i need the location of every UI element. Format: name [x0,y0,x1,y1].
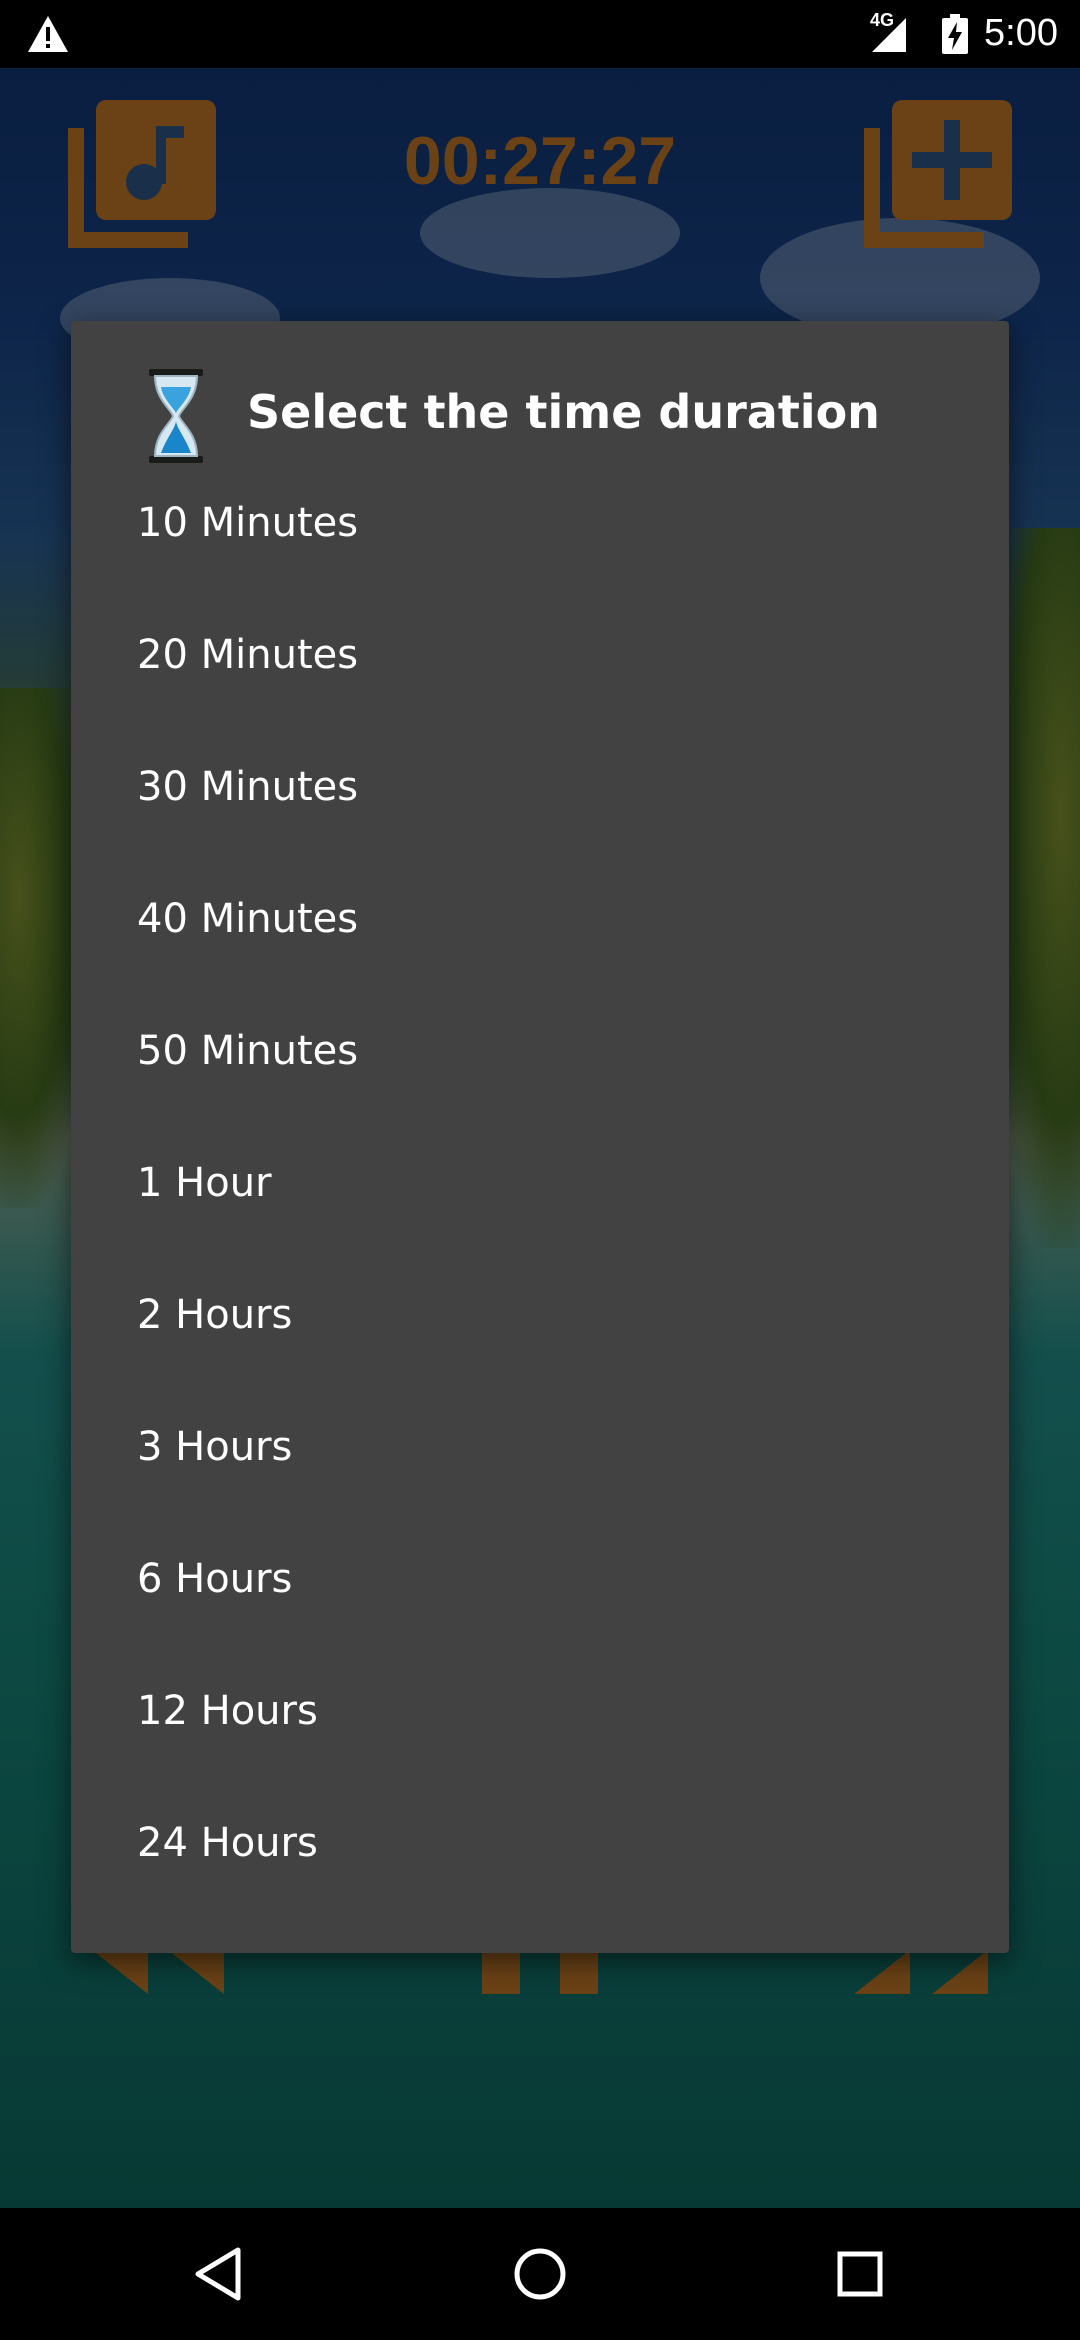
option-6-hours[interactable]: 6 Hours [71,1513,1009,1645]
rewind-icon[interactable] [92,1950,228,1994]
duration-dialog: Select the time duration 10 Minutes 20 M… [71,321,1009,1953]
back-icon[interactable] [190,2244,250,2304]
recents-icon[interactable] [830,2244,890,2304]
option-40-minutes[interactable]: 40 Minutes [71,853,1009,985]
option-20-minutes[interactable]: 20 Minutes [71,589,1009,721]
timer-display: 00:27:27 [403,123,677,199]
fast-forward-icon[interactable] [854,1950,990,1994]
option-2-hours[interactable]: 2 Hours [71,1249,1009,1381]
home-icon[interactable] [510,2244,570,2304]
navigation-bar [0,2208,1080,2340]
playlist-music-icon[interactable] [68,100,216,248]
option-3-hours[interactable]: 3 Hours [71,1381,1009,1513]
status-bar: 4G 5:00 [0,0,1080,68]
duration-option-list: 10 Minutes 20 Minutes 30 Minutes 40 Minu… [71,457,1009,1909]
option-10-minutes[interactable]: 10 Minutes [71,457,1009,589]
screen: 4G 5:00 00:27:27 Select the time duratio… [0,0,1080,2340]
battery-charging-icon [942,14,968,54]
option-30-minutes[interactable]: 30 Minutes [71,721,1009,853]
warning-icon [28,16,68,52]
option-24-hours[interactable]: 24 Hours [71,1777,1009,1909]
option-12-hours[interactable]: 12 Hours [71,1645,1009,1777]
option-1-hour[interactable]: 1 Hour [71,1117,1009,1249]
option-50-minutes[interactable]: 50 Minutes [71,985,1009,1117]
pause-icon[interactable] [482,1950,600,1994]
signal-icon [872,18,906,52]
dialog-title: Select the time duration [247,385,880,439]
add-to-playlist-icon[interactable] [864,100,1012,248]
clock: 5:00 [984,12,1058,54]
hourglass-icon [149,369,203,463]
